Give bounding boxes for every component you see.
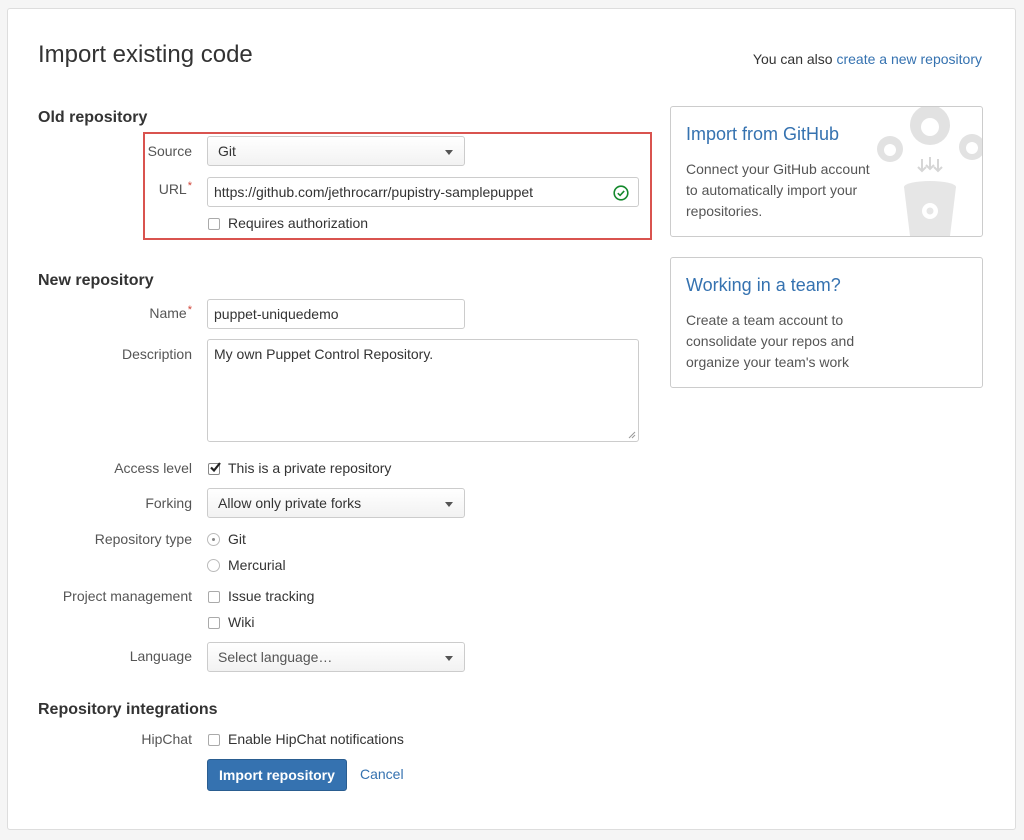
issue-tracking-label: Issue tracking [228, 588, 315, 604]
private-repository-label: This is a private repository [228, 460, 392, 476]
forking-label: Forking [145, 495, 192, 511]
project-management-label: Project management [62, 588, 192, 604]
name-input[interactable]: puppet-uniquedemo [207, 299, 465, 329]
import-from-github-text: Connect your GitHub account to automatic… [686, 161, 870, 219]
wiki-checkbox[interactable] [208, 617, 220, 629]
select-caret-icon [445, 656, 453, 661]
source-label: Source [147, 143, 192, 159]
bucket-icon [904, 181, 956, 236]
page-title: Import existing code [38, 41, 253, 68]
check-circle-icon [613, 185, 629, 201]
description-textarea[interactable]: My own Puppet Control Repository. [207, 339, 639, 442]
description-label: Description [121, 346, 192, 362]
import-from-github-card[interactable]: Import from GitHub Connect your GitHub a… [670, 106, 983, 237]
repository-integrations-heading: Repository integrations [38, 701, 218, 718]
language-value: Select language… [218, 649, 333, 665]
requires-authorization-label: Requires authorization [228, 215, 369, 231]
radio-dot [212, 538, 215, 541]
hipchat-label: HipChat [141, 731, 192, 747]
forking-select[interactable]: Allow only private forks [207, 488, 465, 518]
import-repository-button[interactable]: Import repository [207, 759, 347, 791]
source-value: Git [218, 143, 236, 159]
repo-type-git-label: Git [228, 531, 246, 547]
new-repository-heading: New repository [38, 272, 154, 289]
hipchat-checkbox[interactable] [208, 734, 220, 746]
working-in-team-title[interactable]: Working in a team? [686, 275, 841, 296]
hipchat-option-label: Enable HipChat notifications [228, 731, 404, 747]
old-repository-heading: Old repository [38, 109, 148, 126]
repo-type-mercurial-radio[interactable] [207, 559, 220, 572]
name-value: puppet-uniquedemo [214, 306, 339, 322]
create-repo-hint: You can also create a new repository [753, 51, 982, 67]
name-label: Name* [149, 304, 192, 321]
repository-type-label: Repository type [94, 531, 192, 547]
repo-type-mercurial-label: Mercurial [228, 557, 286, 573]
github-octocat-icon [877, 107, 982, 236]
access-level-label: Access level [114, 460, 192, 476]
wiki-label: Wiki [228, 614, 255, 630]
url-input[interactable]: https://github.com/jethrocarr/pupistry-s… [207, 177, 639, 207]
forking-value: Allow only private forks [218, 495, 362, 511]
resize-handle-icon[interactable] [628, 431, 636, 439]
select-caret-icon [445, 502, 453, 507]
repo-type-git-radio[interactable] [207, 533, 220, 546]
cancel-link[interactable]: Cancel [360, 766, 404, 782]
issue-tracking-checkbox[interactable] [208, 591, 220, 603]
url-value: https://github.com/jethrocarr/pupistry-s… [214, 184, 534, 200]
import-panel: Import existing code You can also create… [7, 8, 1016, 830]
import-from-github-title[interactable]: Import from GitHub [686, 124, 839, 145]
language-select[interactable]: Select language… [207, 642, 465, 672]
requires-authorization-checkbox[interactable] [208, 218, 220, 230]
download-arrows-icon [917, 157, 943, 173]
working-in-team-card[interactable]: Working in a team? Create a team account… [670, 257, 983, 388]
also-text: You can also [752, 51, 833, 67]
create-new-repository-link[interactable]: create a new repository [836, 51, 982, 67]
url-label: URL* [158, 180, 192, 197]
source-select[interactable]: Git [207, 136, 465, 166]
checkmark-icon [210, 462, 221, 473]
language-label: Language [129, 648, 192, 664]
select-caret-icon [445, 150, 453, 155]
description-value: My own Puppet Control Repository. [214, 346, 434, 362]
working-in-team-text: Create a team account to consolidate you… [686, 312, 855, 370]
private-repository-checkbox[interactable] [208, 462, 221, 475]
